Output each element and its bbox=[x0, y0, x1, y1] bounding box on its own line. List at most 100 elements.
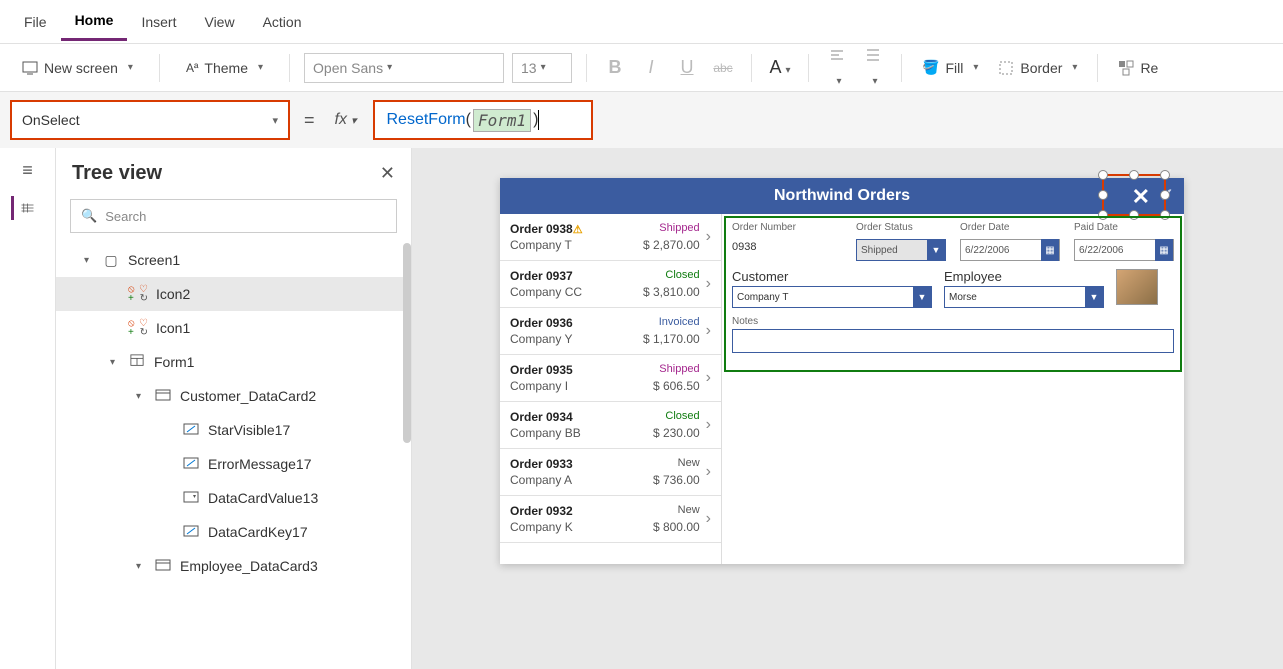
order-status-label: Order Status bbox=[856, 222, 946, 233]
chevron-down-icon: ▾ bbox=[272, 114, 278, 127]
chevron-right-icon: › bbox=[700, 510, 711, 528]
dropdown-icon bbox=[182, 490, 200, 506]
font-color-button[interactable]: A bbox=[766, 57, 794, 78]
theme-button[interactable]: Aª Theme bbox=[180, 56, 269, 80]
property-select[interactable]: OnSelect ▾ bbox=[10, 100, 290, 140]
order-list[interactable]: Order 0938⚠Shipped Company T$ 2,870.00 ›… bbox=[500, 214, 722, 564]
tree-node-form1[interactable]: ▾ Form1 bbox=[56, 345, 405, 379]
notes-label: Notes bbox=[732, 316, 1174, 327]
order-row[interactable]: Order 0936Invoiced Company Y$ 1,170.00 › bbox=[500, 308, 721, 355]
left-rail: ≡ bbox=[0, 148, 56, 669]
search-input[interactable]: 🔍 Search bbox=[70, 199, 397, 233]
menu-bar: File Home Insert View Action bbox=[0, 0, 1283, 44]
fx-button[interactable]: fx▾ bbox=[329, 111, 363, 129]
theme-icon: Aª bbox=[186, 61, 198, 75]
valign-button[interactable] bbox=[859, 47, 887, 89]
tree-view-title: Tree view bbox=[72, 162, 162, 185]
notes-input[interactable] bbox=[732, 329, 1174, 353]
tree-node-icon2[interactable]: ⦸♡+↻ Icon2 bbox=[56, 277, 405, 311]
order-row[interactable]: Order 0938⚠Shipped Company T$ 2,870.00 › bbox=[500, 214, 721, 261]
app-header: Northwind Orders ✕ ✓ bbox=[500, 178, 1184, 214]
order-row[interactable]: Order 0932New Company K$ 800.00 › bbox=[500, 496, 721, 543]
order-number-value: 0938 bbox=[732, 239, 842, 261]
underline-button[interactable]: U bbox=[673, 57, 701, 78]
hamburger-icon[interactable]: ≡ bbox=[16, 158, 40, 182]
tree-node-employee-datacard[interactable]: ▾ Employee_DataCard3 bbox=[56, 549, 405, 583]
tree-node-errormessage[interactable]: ErrorMessage17 bbox=[56, 447, 405, 481]
resize-handle[interactable] bbox=[1160, 190, 1170, 200]
bucket-icon: 🪣 bbox=[922, 59, 939, 76]
chevron-right-icon: › bbox=[700, 416, 711, 434]
order-row[interactable]: Order 0934Closed Company BB$ 230.00 › bbox=[500, 402, 721, 449]
resize-handle[interactable] bbox=[1160, 170, 1170, 180]
screen-icon bbox=[22, 60, 38, 76]
chevron-down-icon: ▼ bbox=[913, 286, 931, 308]
border-icon bbox=[998, 60, 1014, 76]
strike-button[interactable]: abc bbox=[709, 61, 737, 75]
calendar-icon: ▦ bbox=[1155, 239, 1173, 261]
paid-date-label: Paid Date bbox=[1074, 222, 1174, 233]
order-date-input[interactable]: 6/22/2006▦ bbox=[960, 239, 1060, 261]
customer-select[interactable]: Company T▼ bbox=[732, 286, 932, 308]
tree-node-datacardvalue[interactable]: DataCardValue13 bbox=[56, 481, 405, 515]
resize-handle[interactable] bbox=[1098, 190, 1108, 200]
chevron-down-icon: ▼ bbox=[927, 239, 945, 261]
employee-select[interactable]: Morse▼ bbox=[944, 286, 1104, 308]
menu-file[interactable]: File bbox=[10, 4, 61, 40]
tree-node-icon1[interactable]: ⦸♡+↻ Icon1 bbox=[56, 311, 405, 345]
chevron-right-icon: › bbox=[700, 369, 711, 387]
order-row[interactable]: Order 0935Shipped Company I$ 606.50 › bbox=[500, 355, 721, 402]
equals-label: = bbox=[300, 110, 319, 131]
order-form: Order Number Order Status Order Date Pai… bbox=[722, 214, 1184, 564]
border-button[interactable]: Border bbox=[992, 56, 1083, 80]
label-icon bbox=[182, 524, 200, 540]
datacard-icon bbox=[154, 388, 172, 404]
tree-view-panel: Tree view ✕ 🔍 Search ▾ ▢ Screen1 ⦸♡+↻ Ic… bbox=[56, 148, 412, 669]
cancel-icon: ⦸♡+↻ bbox=[128, 286, 148, 302]
canvas[interactable]: Northwind Orders ✕ ✓ Order 0938⚠Shipped … bbox=[412, 148, 1283, 669]
resize-handle[interactable] bbox=[1098, 170, 1108, 180]
menu-view[interactable]: View bbox=[190, 4, 248, 40]
paid-date-input[interactable]: 6/22/2006▦ bbox=[1074, 239, 1174, 261]
formula-input[interactable]: ResetForm( Form1 ) bbox=[373, 100, 593, 140]
formula-bar: OnSelect ▾ = fx▾ ResetForm( Form1 ) bbox=[0, 92, 1283, 148]
font-select[interactable]: Open Sans bbox=[304, 53, 504, 83]
close-panel-button[interactable]: ✕ bbox=[380, 163, 395, 184]
order-row[interactable]: Order 0937Closed Company CC$ 3,810.00 › bbox=[500, 261, 721, 308]
tree: ▾ ▢ Screen1 ⦸♡+↻ Icon2 ⦸♡+↻ Icon1 ▾ Form… bbox=[56, 243, 411, 669]
align-button[interactable] bbox=[823, 47, 851, 89]
calendar-icon: ▦ bbox=[1041, 239, 1059, 261]
reorder-button[interactable]: Re bbox=[1112, 56, 1164, 80]
toolbar: New screen Aª Theme Open Sans 13 B I U a… bbox=[0, 44, 1283, 92]
font-size-select[interactable]: 13 bbox=[512, 53, 572, 83]
app-preview: Northwind Orders ✕ ✓ Order 0938⚠Shipped … bbox=[500, 178, 1184, 564]
main-area: ≡ Tree view ✕ 🔍 Search ▾ ▢ Screen1 ⦸♡+↻ … bbox=[0, 148, 1283, 669]
scrollbar[interactable] bbox=[403, 243, 411, 443]
fill-button[interactable]: 🪣 Fill bbox=[916, 55, 984, 80]
tree-node-customer-datacard[interactable]: ▾ Customer_DataCard2 bbox=[56, 379, 405, 413]
selection-overlay bbox=[1102, 174, 1166, 216]
order-status-select[interactable]: Shipped▼ bbox=[856, 239, 946, 261]
reorder-icon bbox=[1118, 60, 1134, 76]
tree-node-screen1[interactable]: ▾ ▢ Screen1 bbox=[56, 243, 405, 277]
align-icon bbox=[829, 47, 845, 63]
order-row[interactable]: Order 0933New Company A$ 736.00 › bbox=[500, 449, 721, 496]
resize-handle[interactable] bbox=[1129, 170, 1139, 180]
screen-icon: ▢ bbox=[102, 252, 120, 269]
chevron-right-icon: › bbox=[700, 463, 711, 481]
employee-label: Employee bbox=[944, 269, 1104, 284]
app-title: Northwind Orders bbox=[774, 187, 910, 205]
employee-avatar bbox=[1116, 269, 1158, 305]
tree-node-starvisible[interactable]: StarVisible17 bbox=[56, 413, 405, 447]
menu-action[interactable]: Action bbox=[249, 4, 316, 40]
order-date-label: Order Date bbox=[960, 222, 1060, 233]
bold-button[interactable]: B bbox=[601, 57, 629, 78]
menu-insert[interactable]: Insert bbox=[127, 4, 190, 40]
tree-view-icon[interactable] bbox=[11, 196, 35, 220]
form-icon bbox=[128, 354, 146, 371]
italic-button[interactable]: I bbox=[637, 57, 665, 78]
cancel-icon: ⦸♡+↻ bbox=[128, 320, 148, 336]
menu-home[interactable]: Home bbox=[61, 2, 128, 41]
tree-node-datacardkey[interactable]: DataCardKey17 bbox=[56, 515, 405, 549]
new-screen-button[interactable]: New screen bbox=[16, 56, 139, 80]
